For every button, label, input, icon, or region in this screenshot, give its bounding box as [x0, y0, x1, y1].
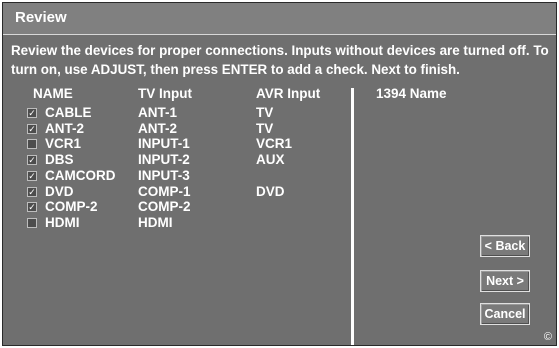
device-name: VCR1	[45, 136, 82, 152]
device-name: CABLE	[45, 105, 92, 120]
device-name: COMP-2	[45, 199, 98, 215]
device-avr-input: TV	[256, 105, 274, 120]
title-bar: Review	[3, 3, 556, 35]
device-name: HDMI	[45, 214, 80, 230]
column-header-avr-input: AVR Input	[256, 86, 321, 101]
instructions-text: Review the devices for proper connection…	[11, 43, 549, 77]
device-tv-input: INPUT-1	[138, 136, 190, 152]
device-checkbox[interactable]: ✓	[27, 155, 37, 166]
device-avr-input: AUX	[256, 152, 285, 168]
copyright-icon: ©	[543, 331, 552, 343]
device-tv-input: HDMI	[138, 214, 173, 230]
column-header-tv-input: TV Input	[138, 86, 192, 101]
review-dialog: Review Review the devices for proper con…	[2, 2, 557, 346]
device-checkbox[interactable]	[27, 139, 37, 150]
device-tv-input: COMP-1	[138, 183, 191, 199]
device-name: ANT-2	[45, 120, 85, 136]
device-checkbox[interactable]: ✓	[27, 186, 37, 197]
device-checkbox[interactable]: ✓	[27, 123, 37, 134]
device-name: DBS	[45, 152, 74, 168]
device-name: CAMCORD	[45, 167, 116, 183]
device-tv-input: ANT-1	[138, 105, 178, 120]
back-button[interactable]: < Back	[480, 235, 530, 257]
column-divider	[351, 88, 354, 345]
device-tv-input: INPUT-2	[138, 152, 190, 168]
device-checkbox[interactable]: ✓	[27, 170, 37, 181]
device-checkbox[interactable]: ✓	[27, 108, 37, 118]
device-tv-input: COMP-2	[138, 199, 191, 215]
next-button[interactable]: Next >	[480, 270, 530, 292]
device-tv-input: INPUT-3	[138, 167, 190, 183]
dialog-title: Review	[15, 9, 67, 26]
device-avr-input: DVD	[256, 183, 285, 199]
device-name: DVD	[45, 183, 74, 199]
device-checkbox[interactable]	[27, 217, 37, 228]
cancel-button[interactable]: Cancel	[480, 303, 530, 325]
column-header-name: NAME	[33, 86, 73, 101]
device-avr-input: TV	[256, 120, 274, 136]
device-checkbox[interactable]: ✓	[27, 202, 37, 213]
device-avr-input: VCR1	[256, 136, 293, 152]
column-header-1394-name: 1394 Name	[376, 86, 447, 101]
device-tv-input: ANT-2	[138, 120, 178, 136]
